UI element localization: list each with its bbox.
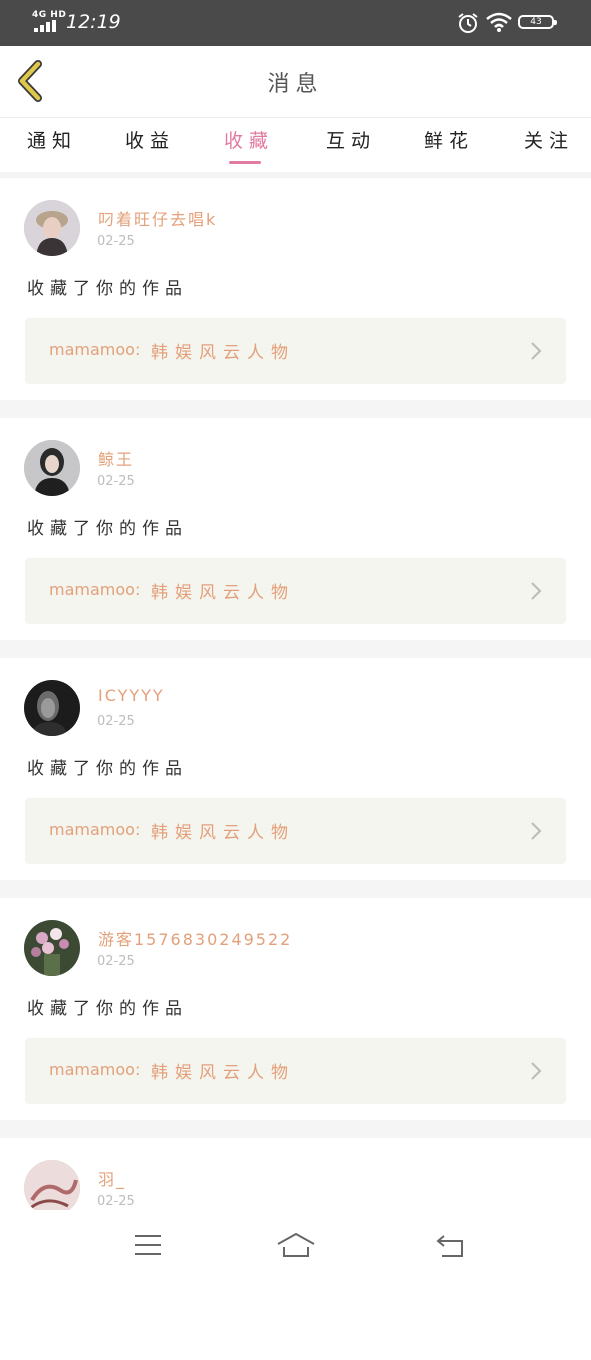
username[interactable]: 游客1576830249522 (98, 926, 292, 950)
system-nav-bar (0, 1210, 591, 1280)
work-prefix: mamamoo: (49, 340, 141, 359)
network-type: 4G HD (32, 10, 67, 20)
username[interactable]: 羽_ (98, 1166, 126, 1190)
timestamp: 02-25 (97, 234, 135, 249)
tab-notifications[interactable]: 通知 (27, 126, 77, 153)
avatar[interactable] (24, 920, 80, 976)
chevron-right-icon (531, 582, 542, 600)
header: 消息 (0, 46, 591, 118)
divider (0, 880, 591, 898)
action-text: 收藏了你的作品 (27, 279, 188, 299)
menu-icon[interactable] (131, 1230, 165, 1260)
work-title: 韩娱风云人物 (151, 1063, 295, 1083)
username[interactable]: 叼着旺仔去唱k (98, 206, 217, 230)
work-prefix: mamamoo: (49, 1060, 141, 1079)
work-title: 韩娱风云人物 (151, 583, 295, 603)
work-title: 韩娱风云人物 (151, 343, 295, 363)
notification-item: 鲸王 02-25 收藏了你的作品 mamamoo: 韩娱风云人物 (0, 418, 591, 640)
tab-bar: 通知 收益 收藏 互动 鲜花 关注 (0, 118, 591, 174)
divider (0, 640, 591, 658)
notification-item: ICYYYY 02-25 收藏了你的作品 mamamoo: 韩娱风云人物 (0, 658, 591, 880)
action-text: 收藏了你的作品 (27, 519, 188, 539)
notification-item: 叼着旺仔去唱k 02-25 收藏了你的作品 mamamoo: 韩娱风云人物 (0, 178, 591, 400)
action-text: 收藏了你的作品 (27, 759, 188, 779)
status-time: 12:19 (66, 11, 121, 33)
chevron-right-icon (531, 1062, 542, 1080)
tab-favorites[interactable]: 收藏 (224, 126, 274, 153)
timestamp: 02-25 (97, 474, 135, 489)
work-prefix: mamamoo: (49, 580, 141, 599)
work-card[interactable]: mamamoo: 韩娱风云人物 (25, 318, 566, 384)
work-card[interactable]: mamamoo: 韩娱风云人物 (25, 558, 566, 624)
work-card[interactable]: mamamoo: 韩娱风云人物 (25, 798, 566, 864)
timestamp: 02-25 (97, 954, 135, 969)
page-title: 消息 (267, 72, 324, 97)
tab-follows[interactable]: 关注 (524, 126, 574, 153)
return-icon[interactable] (434, 1230, 468, 1260)
status-bar: 4G HD 12:19 43 (0, 0, 591, 46)
alarm-icon (458, 13, 478, 33)
tab-earnings[interactable]: 收益 (125, 126, 175, 153)
tab-flowers[interactable]: 鲜花 (424, 126, 474, 153)
chevron-right-icon (531, 822, 542, 840)
chevron-right-icon (531, 342, 542, 360)
divider (0, 1120, 591, 1138)
work-card[interactable]: mamamoo: 韩娱风云人物 (25, 1038, 566, 1104)
battery-icon: 43 (518, 15, 557, 29)
timestamp: 02-25 (97, 714, 135, 729)
avatar[interactable] (24, 1160, 80, 1216)
avatar[interactable] (24, 680, 80, 736)
timestamp: 02-25 (97, 1194, 135, 1209)
notification-list: 叼着旺仔去唱k 02-25 收藏了你的作品 mamamoo: 韩娱风云人物 鲸王… (0, 178, 591, 1360)
avatar[interactable] (24, 200, 80, 256)
username[interactable]: 鲸王 (98, 446, 134, 470)
work-prefix: mamamoo: (49, 820, 141, 839)
divider (0, 400, 591, 418)
active-tab-indicator (229, 161, 261, 164)
avatar[interactable] (24, 440, 80, 496)
action-text: 收藏了你的作品 (27, 999, 188, 1019)
home-icon[interactable] (276, 1230, 316, 1260)
username[interactable]: ICYYYY (98, 686, 165, 705)
notification-item: 游客1576830249522 02-25 收藏了你的作品 mamamoo: 韩… (0, 898, 591, 1120)
tab-interactions[interactable]: 互动 (326, 126, 376, 153)
signal-icon (34, 20, 58, 32)
work-title: 韩娱风云人物 (151, 823, 295, 843)
wifi-icon (486, 12, 512, 32)
